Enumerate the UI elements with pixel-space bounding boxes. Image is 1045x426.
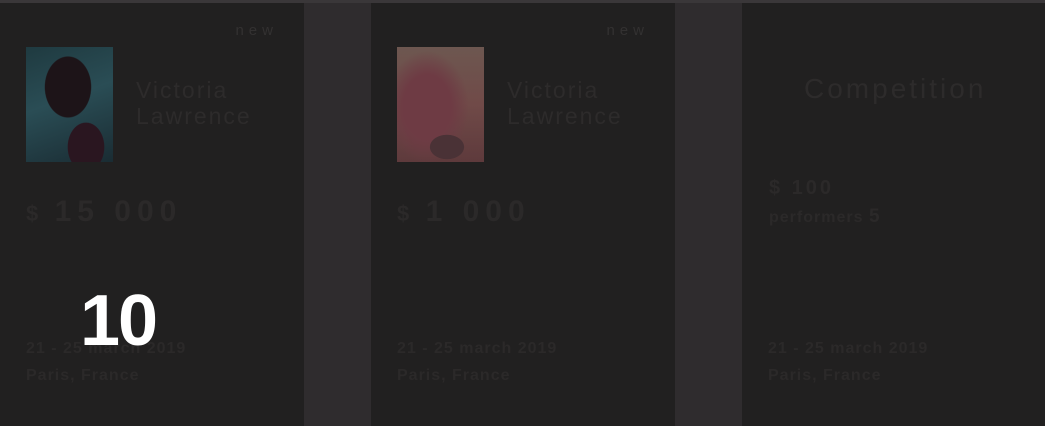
event-date: 21 - 25 march 2019 [768,340,929,357]
performers-count: 5 [868,206,881,227]
price: $ 1 000 [397,195,531,229]
event-location: Paris, France [26,367,140,384]
performers-label: performers [769,209,864,226]
performer-photo[interactable] [397,47,484,162]
new-badge: new [235,22,278,39]
performer-last-name: Lawrence [507,103,623,129]
performer-photo[interactable] [26,47,113,162]
competition-fee: $ 100 [769,177,835,199]
competition-card[interactable]: Competition $ 100 performers 5 21 - 25 m… [742,3,1045,426]
competition-title[interactable]: Competition [804,73,986,105]
performer-last-name: Lawrence [136,103,252,129]
price-currency: $ [26,201,41,226]
performer-card-2[interactable]: new Victoria Lawrence $ 1 000 21 - 25 ma… [371,3,675,426]
price: $ 15 000 [26,195,182,229]
performer-card-1[interactable]: new Victoria Lawrence $ 15 000 21 - 25 m… [0,3,304,426]
card-index-number: 10 [80,281,158,361]
price-amount: 1 000 [425,195,531,228]
event-date: 21 - 25 march 2019 [397,340,558,357]
performer-name[interactable]: Victoria Lawrence [136,77,252,129]
competition-performers: performers 5 [769,206,881,228]
performer-name[interactable]: Victoria Lawrence [507,77,623,129]
performer-first-name: Victoria [136,77,229,103]
price-currency: $ [397,201,412,226]
event-location: Paris, France [768,367,882,384]
event-location: Paris, France [397,367,511,384]
price-amount: 15 000 [54,195,183,228]
new-badge: new [606,22,649,39]
performer-first-name: Victoria [507,77,600,103]
